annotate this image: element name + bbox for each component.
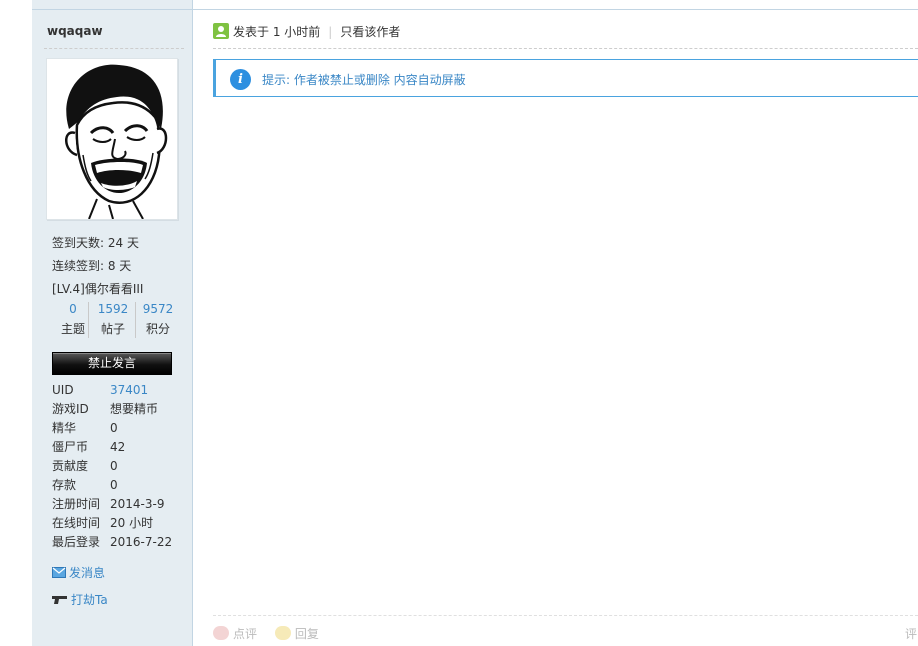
post-time: 发表于 1 小时前 xyxy=(233,25,321,39)
info-key: 最后登录 xyxy=(52,535,101,549)
envelope-icon xyxy=(52,566,66,581)
info-value: 20 小时 xyxy=(110,516,154,530)
post-actions: 点评 回复 xyxy=(213,625,333,643)
info-row-digest: 精华 0 xyxy=(52,419,172,438)
blocked-content-notice: i 提示: 作者被禁止或删除 内容自动屏蔽 xyxy=(213,59,918,97)
divider xyxy=(44,48,184,49)
author-sidebar: wqaqaw 签到天数: 24 天 连续签到: 8 天 [LV.4]偶尔看看II… xyxy=(32,0,193,646)
comment-icon xyxy=(213,626,229,640)
comment-button[interactable]: 点评 xyxy=(213,625,257,643)
count-points[interactable]: 9572 积分 xyxy=(137,302,179,337)
info-key: 僵尸币 xyxy=(52,440,89,454)
info-key: 贡献度 xyxy=(52,459,89,473)
info-row-game-id: 游戏ID 想要精币 xyxy=(52,400,172,419)
info-key: 在线时间 xyxy=(52,516,101,530)
gun-icon xyxy=(52,594,68,608)
count-points-value[interactable]: 9572 xyxy=(137,302,179,316)
notice-text: 提示: 作者被禁止或删除 内容自动屏蔽 xyxy=(262,73,466,87)
reply-button[interactable]: 回复 xyxy=(274,625,319,643)
sign-in-streak: 连续签到: 8 天 xyxy=(52,259,132,273)
reply-label: 回复 xyxy=(294,627,319,641)
comment-label: 点评 xyxy=(233,627,258,641)
divider xyxy=(213,615,918,616)
poke-label: 打劫Ta xyxy=(71,593,108,607)
info-key: 游戏ID xyxy=(52,402,89,416)
info-row-registered: 注册时间 2014-3-9 xyxy=(52,495,172,514)
info-row-coins: 僵尸币 42 xyxy=(52,438,172,457)
user-level[interactable]: [LV.4]偶尔看看III xyxy=(52,280,143,297)
author-username[interactable]: wqaqaw xyxy=(47,24,103,38)
send-message-label: 发消息 xyxy=(69,566,106,580)
info-row-online-time: 在线时间 20 小时 xyxy=(52,514,172,533)
count-posts[interactable]: 1592 帖子 xyxy=(92,302,134,337)
author-info-table: UID 37401 游戏ID 想要精币 精华 0 僵尸币 42 贡献度 0 存款 0 注册时… xyxy=(52,381,172,552)
info-icon: i xyxy=(230,69,251,90)
rate-button[interactable]: 评 xyxy=(905,625,917,642)
divider xyxy=(88,302,89,338)
info-value: 0 xyxy=(110,421,118,435)
sign-in-days: 签到天数: 24 天 xyxy=(52,236,139,250)
info-row-contribution: 贡献度 0 xyxy=(52,457,172,476)
reply-icon xyxy=(274,626,291,640)
info-value: 2014-3-9 xyxy=(110,497,165,511)
divider xyxy=(32,9,192,10)
count-points-label: 积分 xyxy=(145,322,170,336)
divider xyxy=(213,48,918,49)
ban-user-button[interactable]: 禁止发言 xyxy=(52,352,172,375)
info-row-deposit: 存款 0 xyxy=(52,476,172,495)
count-posts-label: 帖子 xyxy=(100,322,125,336)
info-value: 想要精币 xyxy=(110,402,159,416)
info-key: UID xyxy=(52,383,74,397)
author-counts: 0 主题 1592 帖子 9572 积分 xyxy=(52,302,177,338)
info-value-uid[interactable]: 37401 xyxy=(110,383,148,397)
info-key: 注册时间 xyxy=(52,497,101,511)
post-header: 发表于 1 小时前 | 只看该作者 xyxy=(213,23,400,41)
info-value: 0 xyxy=(110,478,118,492)
author-online-icon xyxy=(213,23,229,39)
info-key: 存款 xyxy=(52,478,77,492)
left-gutter xyxy=(0,0,33,646)
send-message-link[interactable]: 发消息 xyxy=(52,564,105,581)
info-row-uid: UID 37401 xyxy=(52,381,172,400)
separator: | xyxy=(328,25,333,39)
count-posts-value[interactable]: 1592 xyxy=(92,302,134,316)
only-author-link[interactable]: 只看该作者 xyxy=(340,25,400,39)
divider xyxy=(135,302,136,338)
info-key: 精华 xyxy=(52,421,77,435)
avatar[interactable] xyxy=(46,58,178,220)
info-value: 42 xyxy=(110,440,126,454)
info-row-last-login: 最后登录 2016-7-22 xyxy=(52,533,172,552)
divider xyxy=(193,9,918,10)
avatar-face-image xyxy=(47,59,177,219)
poke-link[interactable]: 打劫Ta xyxy=(52,591,108,608)
info-value: 0 xyxy=(110,459,118,473)
info-value: 2016-7-22 xyxy=(110,535,173,549)
